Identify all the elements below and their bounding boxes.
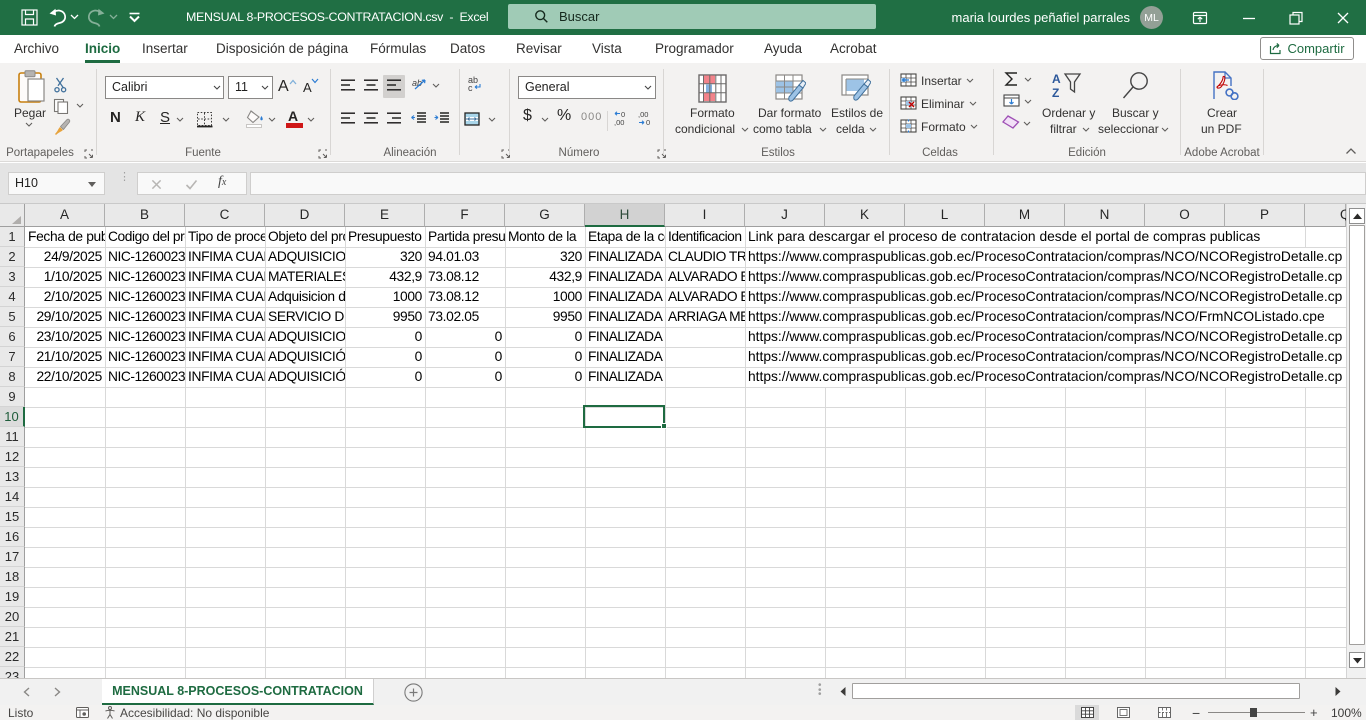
svg-text:Z: Z — [1052, 86, 1059, 99]
svg-text:c: c — [468, 83, 473, 92]
svg-text:A: A — [1052, 72, 1061, 86]
svg-text:,00: ,00 — [614, 118, 624, 127]
svg-text:0: 0 — [646, 118, 650, 127]
